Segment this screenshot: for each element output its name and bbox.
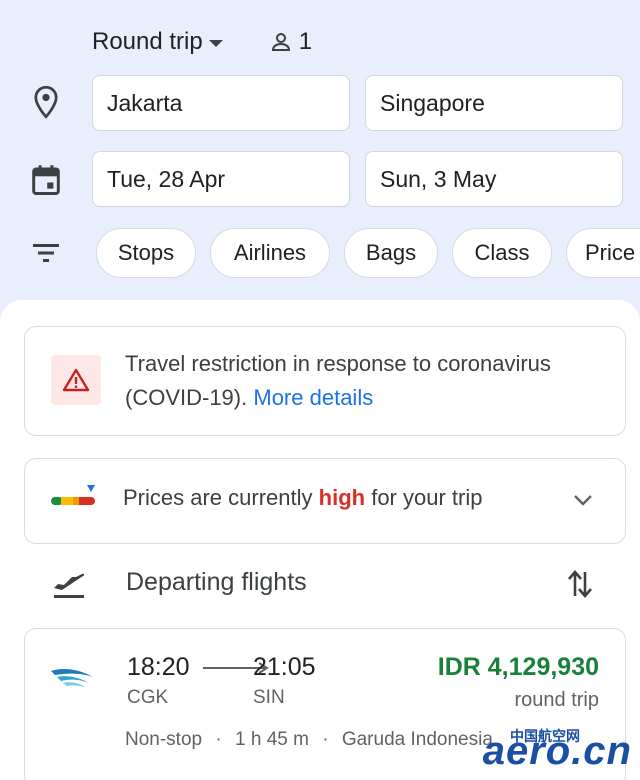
price-insight-card[interactable]: Prices are currently high for your trip <box>24 458 626 544</box>
origin-field[interactable]: Jakarta <box>92 75 350 131</box>
garuda-airline-logo <box>51 669 93 687</box>
origin-code: CGK <box>127 687 169 708</box>
price-level-label: high <box>318 485 366 510</box>
destination-field[interactable]: Singapore <box>365 75 623 131</box>
chip-label: Price <box>585 240 636 265</box>
return-date-field[interactable]: Sun, 3 May <box>365 151 623 207</box>
chip-label: Stops <box>117 240 175 265</box>
warning-icon <box>51 355 101 405</box>
origin-value: Jakarta <box>107 89 183 116</box>
passenger-selector[interactable]: 1 <box>269 28 312 56</box>
filter-chip-price[interactable]: Price <box>566 228 640 278</box>
depart-date-field[interactable]: Tue, 28 Apr <box>92 151 350 207</box>
price-insight-text: Prices are currently high for your trip <box>123 485 482 511</box>
chip-label: Airlines <box>233 240 307 265</box>
arrive-time: 21:05 <box>253 653 316 681</box>
chip-label: Bags <box>365 240 417 265</box>
covid-alert-card: Travel restriction in response to corona… <box>24 326 626 436</box>
filter-chip-bags[interactable]: Bags <box>344 228 438 278</box>
sort-icon[interactable] <box>566 568 594 600</box>
price-note: round trip <box>514 689 600 711</box>
trip-type-dropdown[interactable]: Round trip <box>92 28 223 56</box>
separator-dot: · <box>322 729 329 750</box>
more-details-link[interactable]: More details <box>253 385 373 410</box>
price-insight-prefix: Prices are currently <box>123 485 313 510</box>
takeoff-icon <box>54 573 85 598</box>
airline-label: Garuda Indonesia <box>341 729 493 750</box>
price-insight-suffix: for your trip <box>371 485 483 510</box>
location-pin-icon <box>26 82 66 122</box>
flight-details: Non-stop · 1 h 45 m · Garuda Indonesia <box>125 729 493 751</box>
watermark-logo: aero.cn <box>482 729 632 773</box>
separator-dot: · <box>215 729 222 750</box>
return-date-value: Sun, 3 May <box>380 165 497 192</box>
flight-price: IDR 4,129,930 <box>437 653 599 681</box>
trip-type-label: Round trip <box>92 28 203 55</box>
calendar-icon <box>26 160 66 200</box>
search-panel: Round trip 1 Jakarta Singapore Tue, 28 A… <box>0 0 640 320</box>
filter-chip-airlines[interactable]: Airlines <box>210 228 330 278</box>
stops-label: Non-stop <box>125 729 203 750</box>
filter-icon[interactable] <box>26 233 66 273</box>
filter-chip-class[interactable]: Class <box>452 228 552 278</box>
person-icon <box>271 33 290 51</box>
destination-code: SIN <box>253 687 285 708</box>
trip-options-row: Round trip 1 <box>92 26 312 58</box>
price-level-gauge-icon <box>51 485 95 505</box>
departing-flights-heading: Departing flights <box>126 568 307 596</box>
filter-chip-stops[interactable]: Stops <box>96 228 196 278</box>
duration-label: 1 h 45 m <box>235 729 309 750</box>
dropdown-caret-icon <box>208 39 223 47</box>
passenger-count: 1 <box>298 28 313 55</box>
covid-alert-text: Travel restriction in response to corona… <box>125 347 595 415</box>
chip-label: Class <box>474 240 530 265</box>
depart-time: 18:20 <box>127 653 190 681</box>
depart-date-value: Tue, 28 Apr <box>107 165 226 192</box>
destination-value: Singapore <box>380 89 485 116</box>
chevron-down-icon <box>574 495 592 506</box>
